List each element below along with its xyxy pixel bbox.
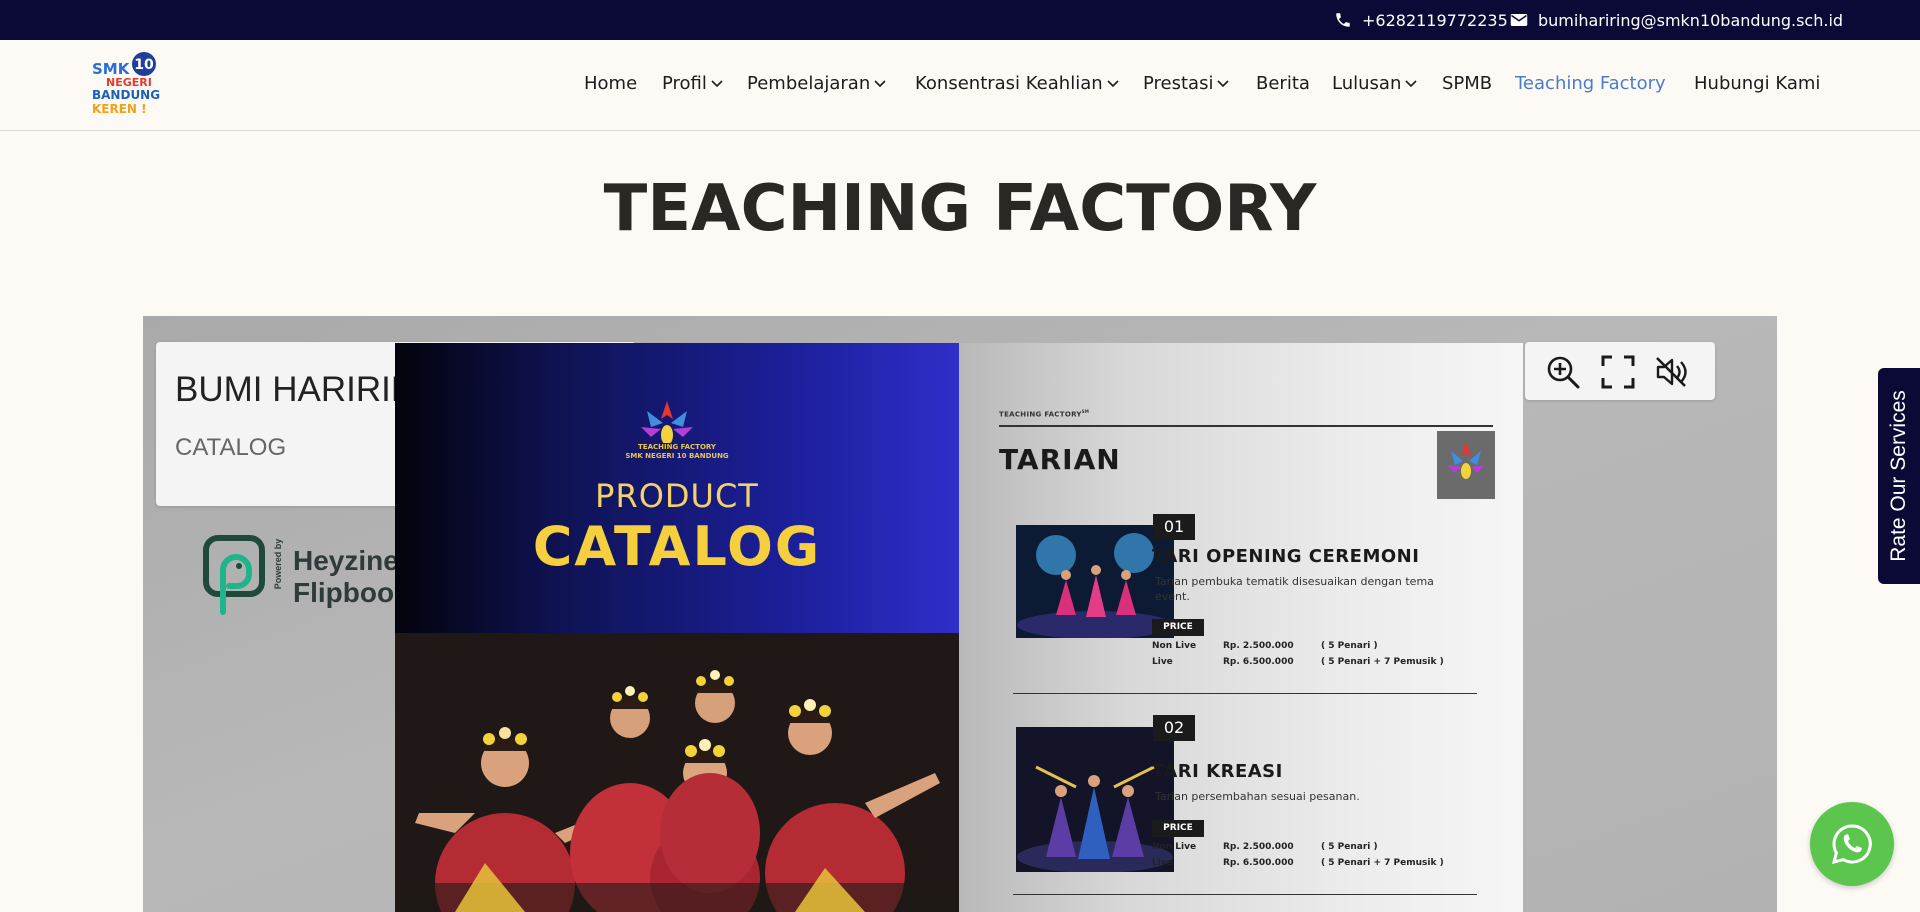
fullscreen-icon (1601, 355, 1635, 389)
price-label: PRICE (1152, 820, 1204, 837)
whatsapp-icon (1831, 824, 1872, 865)
page-kicker-text: TEACHING FACTORY (999, 410, 1082, 419)
nav-berita-label: Berita (1256, 73, 1310, 94)
rate-our-services-tab[interactable]: Rate Our Services (1878, 368, 1920, 584)
logo-number: 10 (134, 57, 154, 73)
tari-kreasi-photo (1016, 727, 1174, 873)
nav-home-label: Home (584, 73, 638, 94)
heyzine-branding[interactable]: Powered by Heyzine Flipbook (203, 534, 410, 620)
price-value: Rp. 2.500.000 (1223, 842, 1294, 852)
envelope-icon (1510, 14, 1528, 26)
item-separator (1013, 894, 1477, 895)
page-logo-badge (1437, 431, 1495, 499)
nav-prestasi-label: Prestasi (1143, 73, 1214, 94)
phone-number: +6282119772235 (1362, 10, 1508, 30)
zoom-in-button[interactable] (1545, 354, 1581, 390)
price-note: ( 5 Penari ) (1321, 842, 1378, 852)
item-description: Tarian pembuka tematik disesuaikan denga… (1155, 575, 1434, 603)
powered-by-text: Powered by (273, 539, 283, 590)
price-type: Non Live (1152, 842, 1197, 852)
page-title: TEACHING FACTORY (603, 172, 1317, 246)
phone-contact[interactable]: +6282119772235 (1334, 0, 1508, 40)
cover-logo-line1: TEACHING FACTORY (638, 443, 716, 451)
cover-dancers-photo (395, 633, 959, 912)
nav-profil-label: Profil (662, 73, 707, 94)
price-label: PRICE (1152, 619, 1204, 636)
nav-home[interactable]: Home (584, 73, 637, 94)
page-kicker: TEACHING FACTORYSM (999, 409, 1089, 418)
fullscreen-button[interactable] (1600, 354, 1636, 390)
school-logo[interactable]: 10 SMK NEGERI BANDUNG KEREN ! (90, 52, 162, 120)
item-number: 02 (1153, 715, 1195, 741)
cover-product-text: PRODUCT (595, 477, 759, 515)
nav-hubungi-kami-label: Hubungi Kami (1694, 73, 1821, 94)
page-section-title: TARIAN (999, 443, 1121, 476)
nav-profil[interactable]: Profil (662, 73, 723, 94)
price-note: ( 5 Penari + 7 Pemusik ) (1321, 858, 1444, 868)
tari-opening-photo (1016, 525, 1174, 639)
flipbook-viewer[interactable]: BUMI HARIRIN CATALOG Powered by Heyzine … (143, 316, 1777, 912)
item-title: TARI OPENING CEREMONI (1152, 546, 1420, 567)
nav-lulusan[interactable]: Lulusan (1332, 73, 1417, 94)
price-type: Live (1152, 858, 1173, 868)
price-value: Rp. 2.500.000 (1223, 641, 1294, 651)
page-kicker-sup: SM (1081, 409, 1090, 414)
email-contact[interactable]: bumihariring@smkn10bandung.sch.id (1510, 0, 1843, 40)
price-value: Rp. 6.500.000 (1223, 858, 1294, 868)
phone-icon (1336, 13, 1350, 27)
nav-spmb[interactable]: SPMB (1442, 73, 1492, 94)
price-type: Non Live (1152, 641, 1197, 651)
price-note: ( 5 Penari ) (1321, 641, 1378, 651)
nav-konsentrasi-label: Konsentrasi Keahlian (915, 73, 1103, 94)
catalog-cover-page[interactable]: TEACHING FACTORY SMK NEGERI 10 BANDUNG P… (395, 343, 959, 912)
flipbook-subtitle: CATALOG (175, 434, 287, 461)
nav-teaching-factory-label: Teaching Factory (1515, 73, 1666, 94)
item-title: TARI KREASI (1152, 761, 1283, 782)
chevron-down-icon (1405, 79, 1417, 87)
heyzine-brand-line1: Heyzine (293, 545, 399, 576)
chevron-down-icon (711, 79, 723, 87)
chevron-down-icon (874, 79, 886, 87)
nav-spmb-label: SPMB (1442, 73, 1493, 94)
item-number: 01 (1153, 514, 1195, 540)
item-separator (1013, 693, 1477, 694)
flipbook-toolbar (1525, 342, 1715, 400)
cover-catalog-text: CATALOG (532, 515, 822, 578)
chevron-down-icon (1107, 79, 1119, 87)
nav-prestasi[interactable]: Prestasi (1143, 73, 1230, 94)
cover-logo-text: TEACHING FACTORY SMK NEGERI 10 BANDUNG (595, 443, 759, 461)
price-type: Live (1152, 657, 1173, 667)
top-contact-bar: +6282119772235 bumihariring@smkn10bandun… (0, 0, 1920, 40)
nav-lulusan-label: Lulusan (1332, 73, 1402, 94)
nav-teaching-factory[interactable]: Teaching Factory (1515, 73, 1666, 94)
price-note: ( 5 Penari + 7 Pemusik ) (1321, 657, 1444, 667)
price-value: Rp. 6.500.000 (1223, 657, 1294, 667)
main-header: 10 SMK NEGERI BANDUNG KEREN ! Home Profi… (0, 40, 1920, 131)
item-description: Tarian persembahan sesuai pesanan. (1155, 790, 1360, 803)
nav-pembelajaran[interactable]: Pembelajaran (747, 73, 886, 94)
rate-our-services-label: Rate Our Services (1887, 390, 1910, 562)
logo-keren: KEREN ! (92, 102, 147, 116)
sound-toggle-button[interactable] (1653, 354, 1689, 390)
logo-bandung: BANDUNG (92, 88, 160, 102)
nav-pembelajaran-label: Pembelajaran (747, 73, 871, 94)
page-divider (999, 425, 1493, 427)
flipbook-title: BUMI HARIRIN (175, 370, 417, 409)
heyzine-logo-icon: Powered by (203, 535, 283, 615)
email-address: bumihariring@smkn10bandung.sch.id (1538, 10, 1844, 30)
heyzine-brand-line2: Flipbook (293, 577, 410, 608)
cover-logo-line2: SMK NEGERI 10 BANDUNG (625, 452, 729, 460)
sound-off-icon (1656, 357, 1687, 387)
zoom-in-icon (1547, 356, 1580, 389)
whatsapp-button[interactable] (1810, 802, 1894, 886)
nav-hubungi-kami[interactable]: Hubungi Kami (1694, 73, 1820, 94)
nav-berita[interactable]: Berita (1256, 73, 1310, 94)
chevron-down-icon (1217, 79, 1230, 87)
nav-konsentrasi-keahlian[interactable]: Konsentrasi Keahlian (915, 73, 1119, 94)
catalog-tarian-page[interactable]: TEACHING FACTORYSM TARIAN 01 TARI OPENIN… (959, 343, 1523, 912)
